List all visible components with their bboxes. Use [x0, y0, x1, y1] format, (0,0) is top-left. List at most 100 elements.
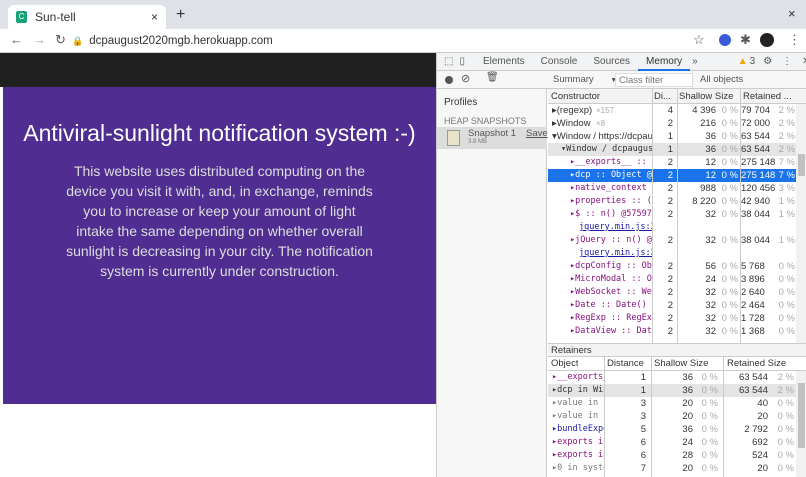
- retained-size: 38 044: [741, 209, 771, 220]
- tab-title: Sun-tell: [35, 10, 76, 24]
- back-icon[interactable]: ←: [10, 32, 23, 47]
- shallow-size: 8 220: [692, 196, 716, 207]
- class-filter-input[interactable]: [615, 73, 693, 87]
- settings-gear-icon[interactable]: ⚙: [763, 56, 772, 67]
- table-row[interactable]: ▸MicroModal :: Obje 2 24 0 % 3 896 0 %: [548, 273, 796, 286]
- snapshot-item[interactable]: Snapshot 1 3.8 MB Save: [437, 127, 548, 149]
- shallow-size: 20: [682, 463, 693, 474]
- trash-icon[interactable]: 🗑: [486, 72, 499, 83]
- view-select[interactable]: Summary ▼: [553, 74, 617, 85]
- source-link-row[interactable]: jquery.min.js:2: [548, 247, 796, 260]
- extension-icon[interactable]: [719, 34, 731, 46]
- device-toolbar-icon[interactable]: ▯: [459, 56, 465, 67]
- table-row[interactable]: ▸properties :: (obj 2 8 220 0 % 42 940 1 …: [548, 195, 796, 208]
- close-devtools-icon[interactable]: ✕: [802, 56, 806, 67]
- profiles-sidebar: Profiles HEAP SNAPSHOTS Snapshot 1 3.8 M…: [437, 89, 548, 477]
- table-row[interactable]: ▾Window / dcpaugust20 1 36 0 % 63 544 2 %: [548, 143, 796, 156]
- table-row[interactable]: ▾Window / https://dcpau... 1 36 0 % 63 54…: [548, 130, 796, 143]
- puzzle-extensions-icon[interactable]: ✱: [740, 32, 751, 48]
- table-row[interactable]: ▸dcp :: Object @573 2 12 0 % 275 148 7 %: [548, 169, 796, 182]
- bookmark-star-icon[interactable]: ☆: [693, 32, 705, 48]
- col-distance[interactable]: Distance: [607, 357, 644, 370]
- record-icon[interactable]: [445, 76, 453, 84]
- new-tab-button[interactable]: +: [176, 6, 185, 24]
- col-retained-size[interactable]: Retained Size: [727, 357, 786, 370]
- source-link[interactable]: jquery.min.js:2: [579, 247, 652, 260]
- warning-count[interactable]: 3: [750, 56, 756, 67]
- col-constructor[interactable]: Constructor: [551, 89, 600, 104]
- scrollbar-thumb[interactable]: [798, 383, 805, 448]
- table-row[interactable]: ▸jQuery :: n() @575 2 32 0 % 38 044 1 %: [548, 234, 796, 247]
- menu-kebab-icon[interactable]: ⋮: [788, 32, 801, 48]
- table-scrollbar[interactable]: [796, 104, 806, 343]
- retained-size: 63 544: [738, 385, 768, 396]
- browser-tab[interactable]: C Sun-tell ×: [8, 5, 166, 29]
- tab-console[interactable]: Console: [533, 53, 586, 71]
- object-scope-select[interactable]: All objects: [700, 74, 743, 85]
- retained-size: 40: [757, 398, 768, 409]
- constructor-name: ▸dcpConfig :: Objec: [570, 261, 652, 271]
- source-link-row[interactable]: jquery.min.js:2: [548, 221, 796, 234]
- url-input[interactable]: 🔒 dcpaugust2020mgb.herokuapp.com: [72, 31, 712, 51]
- retainer-row[interactable]: ▸0 in systen 7 20 0 % 20 0 %: [548, 462, 796, 475]
- shallow-size: 32: [705, 235, 716, 246]
- close-tab-icon[interactable]: ×: [151, 10, 158, 24]
- table-row[interactable]: ▸native_context ::2 988 0 % 120 456 3 %: [548, 182, 796, 195]
- shallow-size: 24: [682, 437, 693, 448]
- retainer-row[interactable]: ▸bundleExpo 5 36 0 % 2 792 0 %: [548, 423, 796, 436]
- table-row[interactable]: ▸WebSocket :: WebSo 2 32 0 % 2 640 0 %: [548, 286, 796, 299]
- profile-avatar-icon[interactable]: [760, 33, 774, 47]
- retainers-header: Object Distance Shallow Size Retained Si…: [548, 357, 806, 371]
- retainer-row[interactable]: ▸dcp in Winc 1 36 0 % 63 544 2 %: [548, 384, 796, 397]
- constructor-name: ▸MicroModal :: Obje: [570, 274, 652, 284]
- col-retained-size[interactable]: Retained ...: [743, 89, 792, 104]
- clear-icon[interactable]: ⊘: [461, 72, 470, 85]
- shallow-percent: 0 %: [701, 450, 718, 461]
- inspect-icon[interactable]: ⬚: [444, 56, 453, 67]
- shallow-percent: 0 %: [721, 183, 738, 194]
- col-object[interactable]: Object: [551, 357, 578, 370]
- col-distance[interactable]: Di...: [654, 89, 671, 104]
- retainer-object: ▸exports in: [552, 437, 604, 447]
- retainer-row[interactable]: ▸value in sy 3 20 0 % 20 0 %: [548, 410, 796, 423]
- tab-elements[interactable]: Elements: [475, 53, 533, 71]
- table-row[interactable]: ▸(regexp) ×157 4 4 396 0 % 79 704 2 %: [548, 104, 796, 117]
- table-row[interactable]: ▸$ :: n() @57597 □ 2 32 0 % 38 044 1 %: [548, 208, 796, 221]
- table-row[interactable]: ▸Window ×8 2 216 0 % 72 000 2 %: [548, 117, 796, 130]
- table-row[interactable]: ▸DataView :: DataVi 2 32 0 % 1 368 0 %: [548, 325, 796, 338]
- col-shallow-size[interactable]: Shallow Size: [679, 89, 733, 104]
- distance: 2: [667, 183, 673, 194]
- address-bar-row: ← → ↻ 🔒 dcpaugust2020mgb.herokuapp.com ☆…: [0, 29, 806, 53]
- warning-icon[interactable]: ▲: [738, 56, 748, 67]
- tab-sources[interactable]: Sources: [585, 53, 638, 71]
- retainer-row[interactable]: ▸value in sy 3 20 0 % 40 0 %: [548, 397, 796, 410]
- save-snapshot-link[interactable]: Save: [526, 128, 548, 139]
- table-row[interactable]: ▸RegExp :: RegExp() 2 32 0 % 1 728 0 %: [548, 312, 796, 325]
- favicon-icon: C: [16, 11, 27, 23]
- table-row[interactable]: ▸__exports__ :: Obj 2 12 0 % 275 148 7 %: [548, 156, 796, 169]
- retainer-object: ▸exports in: [552, 450, 604, 460]
- column-divider: [740, 89, 741, 343]
- table-row[interactable]: ▸dcpConfig :: Objec 2 56 0 % 5 768 0 %: [548, 260, 796, 273]
- devtools-menu-icon[interactable]: ⋮: [782, 56, 792, 67]
- retainer-object: ▸bundleExpo: [552, 424, 604, 434]
- retained-size: 692: [752, 437, 768, 448]
- retainers-panel: Retainers Object Distance Shallow Size R…: [548, 343, 806, 477]
- more-tabs-button[interactable]: »: [692, 56, 698, 67]
- col-shallow-size[interactable]: Shallow Size: [654, 357, 708, 370]
- shallow-percent: 0 %: [721, 118, 738, 129]
- retainer-row[interactable]: ▸__exports_ 1 36 0 % 63 544 2 %: [548, 371, 796, 384]
- retainer-row[interactable]: ▸exports in 6 28 0 % 524 0 %: [548, 449, 796, 462]
- tab-memory[interactable]: Memory: [638, 53, 691, 71]
- close-window-button[interactable]: ×: [788, 6, 796, 21]
- retainers-body: ▸__exports_ 1 36 0 % 63 544 2 % ▸dcp in W…: [548, 371, 796, 477]
- reload-icon[interactable]: ↻: [55, 32, 66, 48]
- retainers-scrollbar[interactable]: [796, 371, 806, 477]
- retained-size: 79 704: [741, 105, 771, 116]
- forward-icon[interactable]: →: [33, 32, 46, 47]
- table-row[interactable]: ▸Date :: Date() @57 2 32 0 % 2 464 0 %: [548, 299, 796, 312]
- shallow-percent: 0 %: [721, 105, 738, 116]
- scrollbar-thumb[interactable]: [798, 154, 805, 176]
- source-link[interactable]: jquery.min.js:2: [579, 221, 652, 234]
- retainer-row[interactable]: ▸exports in 6 24 0 % 692 0 %: [548, 436, 796, 449]
